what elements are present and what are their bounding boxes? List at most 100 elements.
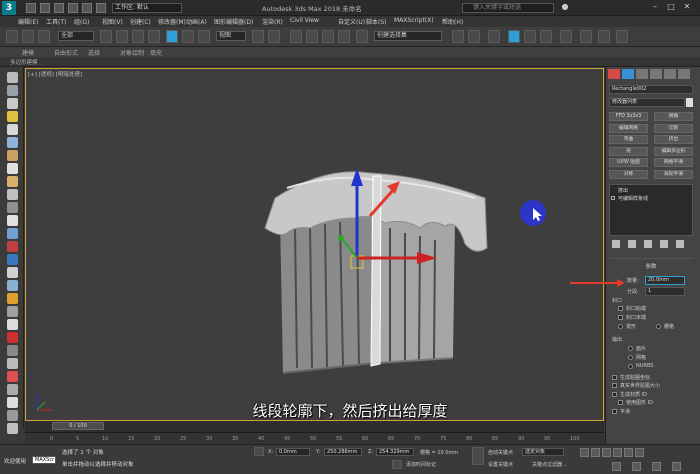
menu-item-6[interactable]: 动画(A) — [186, 17, 207, 26]
lock-selection-icon[interactable] — [254, 447, 264, 456]
left-tool-6-icon[interactable] — [7, 150, 18, 161]
modifier-button-4[interactable]: 弯曲 — [609, 135, 648, 144]
left-tool-18-icon[interactable] — [7, 306, 18, 317]
modifier-button-6[interactable]: 壳 — [609, 146, 648, 156]
edit-named-sel-icon[interactable] — [356, 30, 368, 43]
params-title[interactable]: 参数 — [609, 262, 693, 270]
layer-icon[interactable] — [488, 30, 500, 43]
modifier-button-10[interactable]: 对称 — [609, 169, 648, 179]
left-tool-21-icon[interactable] — [7, 345, 18, 356]
stack-item-editable-spline[interactable]: 可编辑样条线 — [618, 195, 648, 202]
modifier-button-3[interactable]: 切割 — [654, 123, 693, 133]
schematic-icon[interactable] — [540, 30, 552, 43]
output-radio-1[interactable] — [628, 355, 633, 360]
modifier-button-11[interactable]: 涡轮平滑 — [654, 169, 693, 179]
menu-item-3[interactable]: 视图(V) — [102, 17, 123, 26]
cap-end-checkbox[interactable] — [618, 315, 623, 320]
undo-icon[interactable] — [68, 3, 78, 13]
menu-item-1[interactable]: 工具(T) — [46, 17, 66, 26]
maximize-button[interactable]: □ — [666, 2, 676, 12]
menu-item-12[interactable]: MAXScript(X) — [394, 17, 434, 24]
time-slider[interactable]: 0 / 100 — [52, 422, 104, 430]
stack-item-extrude[interactable]: 挤出 — [618, 187, 628, 194]
render-setup-icon[interactable] — [580, 30, 592, 43]
key-selection-dropdown[interactable]: 选定对象 — [522, 448, 564, 456]
render-icon[interactable] — [616, 30, 628, 43]
left-tool-10-icon[interactable] — [7, 202, 18, 213]
window-crossing-icon[interactable] — [148, 30, 160, 43]
new-file-icon[interactable] — [26, 3, 36, 13]
save-file-icon[interactable] — [54, 3, 64, 13]
selection-filter-dropdown[interactable]: 全部 — [58, 31, 94, 41]
open-file-icon[interactable] — [40, 3, 50, 13]
modifier-button-5[interactable]: 挤出 — [654, 135, 693, 144]
output-radio-0[interactable] — [628, 346, 633, 351]
y-coord-field[interactable]: 250.286mm — [324, 448, 362, 456]
segments-input[interactable]: 1 — [645, 287, 685, 296]
modifier-button-9[interactable]: 网格平滑 — [654, 158, 693, 167]
material-editor-icon[interactable] — [560, 30, 572, 43]
ribbon-tab-4[interactable]: 填充 — [150, 48, 162, 57]
search-input[interactable]: 键入关键字或短语 — [462, 3, 554, 13]
gen-map-coords-checkbox[interactable] — [612, 375, 617, 380]
select-manipulate-icon[interactable] — [268, 30, 280, 43]
set-key-icon[interactable] — [472, 447, 484, 465]
percent-snap-icon[interactable] — [322, 30, 334, 43]
modifier-button-0[interactable]: FFD 3x3x3 — [609, 112, 648, 121]
utilities-tab-icon[interactable] — [678, 69, 690, 79]
left-tool-16-icon[interactable] — [7, 280, 18, 291]
left-tool-1-icon[interactable] — [7, 85, 18, 96]
left-tool-11-icon[interactable] — [7, 215, 18, 226]
minimize-button[interactable]: – — [650, 2, 660, 12]
prev-frame-icon[interactable] — [591, 448, 600, 457]
scale-icon[interactable] — [198, 30, 210, 43]
gen-mat-ids-checkbox[interactable] — [612, 392, 617, 397]
mirror-icon[interactable] — [452, 30, 464, 43]
left-tool-12-icon[interactable] — [7, 228, 18, 239]
left-tool-23-icon[interactable] — [7, 371, 18, 382]
redo-tool-icon[interactable] — [22, 30, 34, 43]
select-object-icon[interactable] — [100, 30, 112, 43]
menu-item-0[interactable]: 编辑(E) — [18, 17, 38, 26]
ribbon-sub-label[interactable]: 多边形建模 — [10, 58, 38, 66]
menu-item-2[interactable]: 组(G) — [74, 17, 89, 26]
left-tool-15-icon[interactable] — [7, 267, 18, 278]
zoom-icon[interactable] — [612, 462, 621, 471]
left-tool-0-icon[interactable] — [7, 72, 18, 83]
configure-sets-icon[interactable] — [676, 240, 684, 248]
menu-item-5[interactable]: 修改器(M) — [158, 17, 186, 26]
left-tool-8-icon[interactable] — [7, 176, 18, 187]
create-tab-icon[interactable] — [608, 69, 620, 79]
amount-input[interactable]: 20.0mm — [645, 276, 685, 285]
ribbon-tab-2[interactable]: 选择 — [88, 48, 100, 57]
left-tool-27-icon[interactable] — [7, 423, 18, 434]
grid-radio[interactable] — [656, 324, 661, 329]
time-config-icon[interactable] — [635, 448, 644, 457]
user-icon[interactable]: ● — [560, 2, 570, 12]
ribbon-tab-0[interactable]: 建模 — [22, 48, 34, 57]
expand-toggle-icon[interactable] — [611, 196, 615, 200]
left-tool-7-icon[interactable] — [7, 163, 18, 174]
angle-snap-icon[interactable] — [306, 30, 318, 43]
left-tool-24-icon[interactable] — [7, 384, 18, 395]
morph-radio[interactable] — [618, 324, 623, 329]
maxscript-listener[interactable]: MAXScr — [32, 456, 56, 464]
play-icon[interactable] — [602, 448, 611, 457]
left-tool-3-icon[interactable] — [7, 111, 18, 122]
modifier-button-7[interactable]: 编辑多边形 — [654, 146, 693, 156]
cap-start-checkbox[interactable] — [618, 306, 623, 311]
workspace-dropdown[interactable]: 工作区: 默认 — [112, 3, 182, 13]
x-coord-field[interactable]: 0.0mm — [276, 448, 310, 456]
maximize-viewport-icon[interactable] — [672, 462, 681, 471]
modify-tab-icon[interactable] — [622, 69, 634, 79]
show-end-result-icon[interactable] — [628, 240, 636, 248]
menu-item-11[interactable]: 脚本(S) — [366, 17, 387, 26]
time-tag-icon[interactable] — [392, 460, 402, 469]
modifier-color-swatch[interactable] — [686, 98, 693, 107]
close-button[interactable]: ✕ — [682, 2, 692, 12]
remove-modifier-icon[interactable] — [660, 240, 668, 248]
z-coord-field[interactable]: 254.329mm — [376, 448, 414, 456]
use-shape-ids-checkbox[interactable] — [618, 400, 623, 405]
ribbon-tab-3[interactable]: 对象绘制 — [120, 48, 144, 57]
scene-explorer-icon[interactable] — [508, 30, 520, 43]
